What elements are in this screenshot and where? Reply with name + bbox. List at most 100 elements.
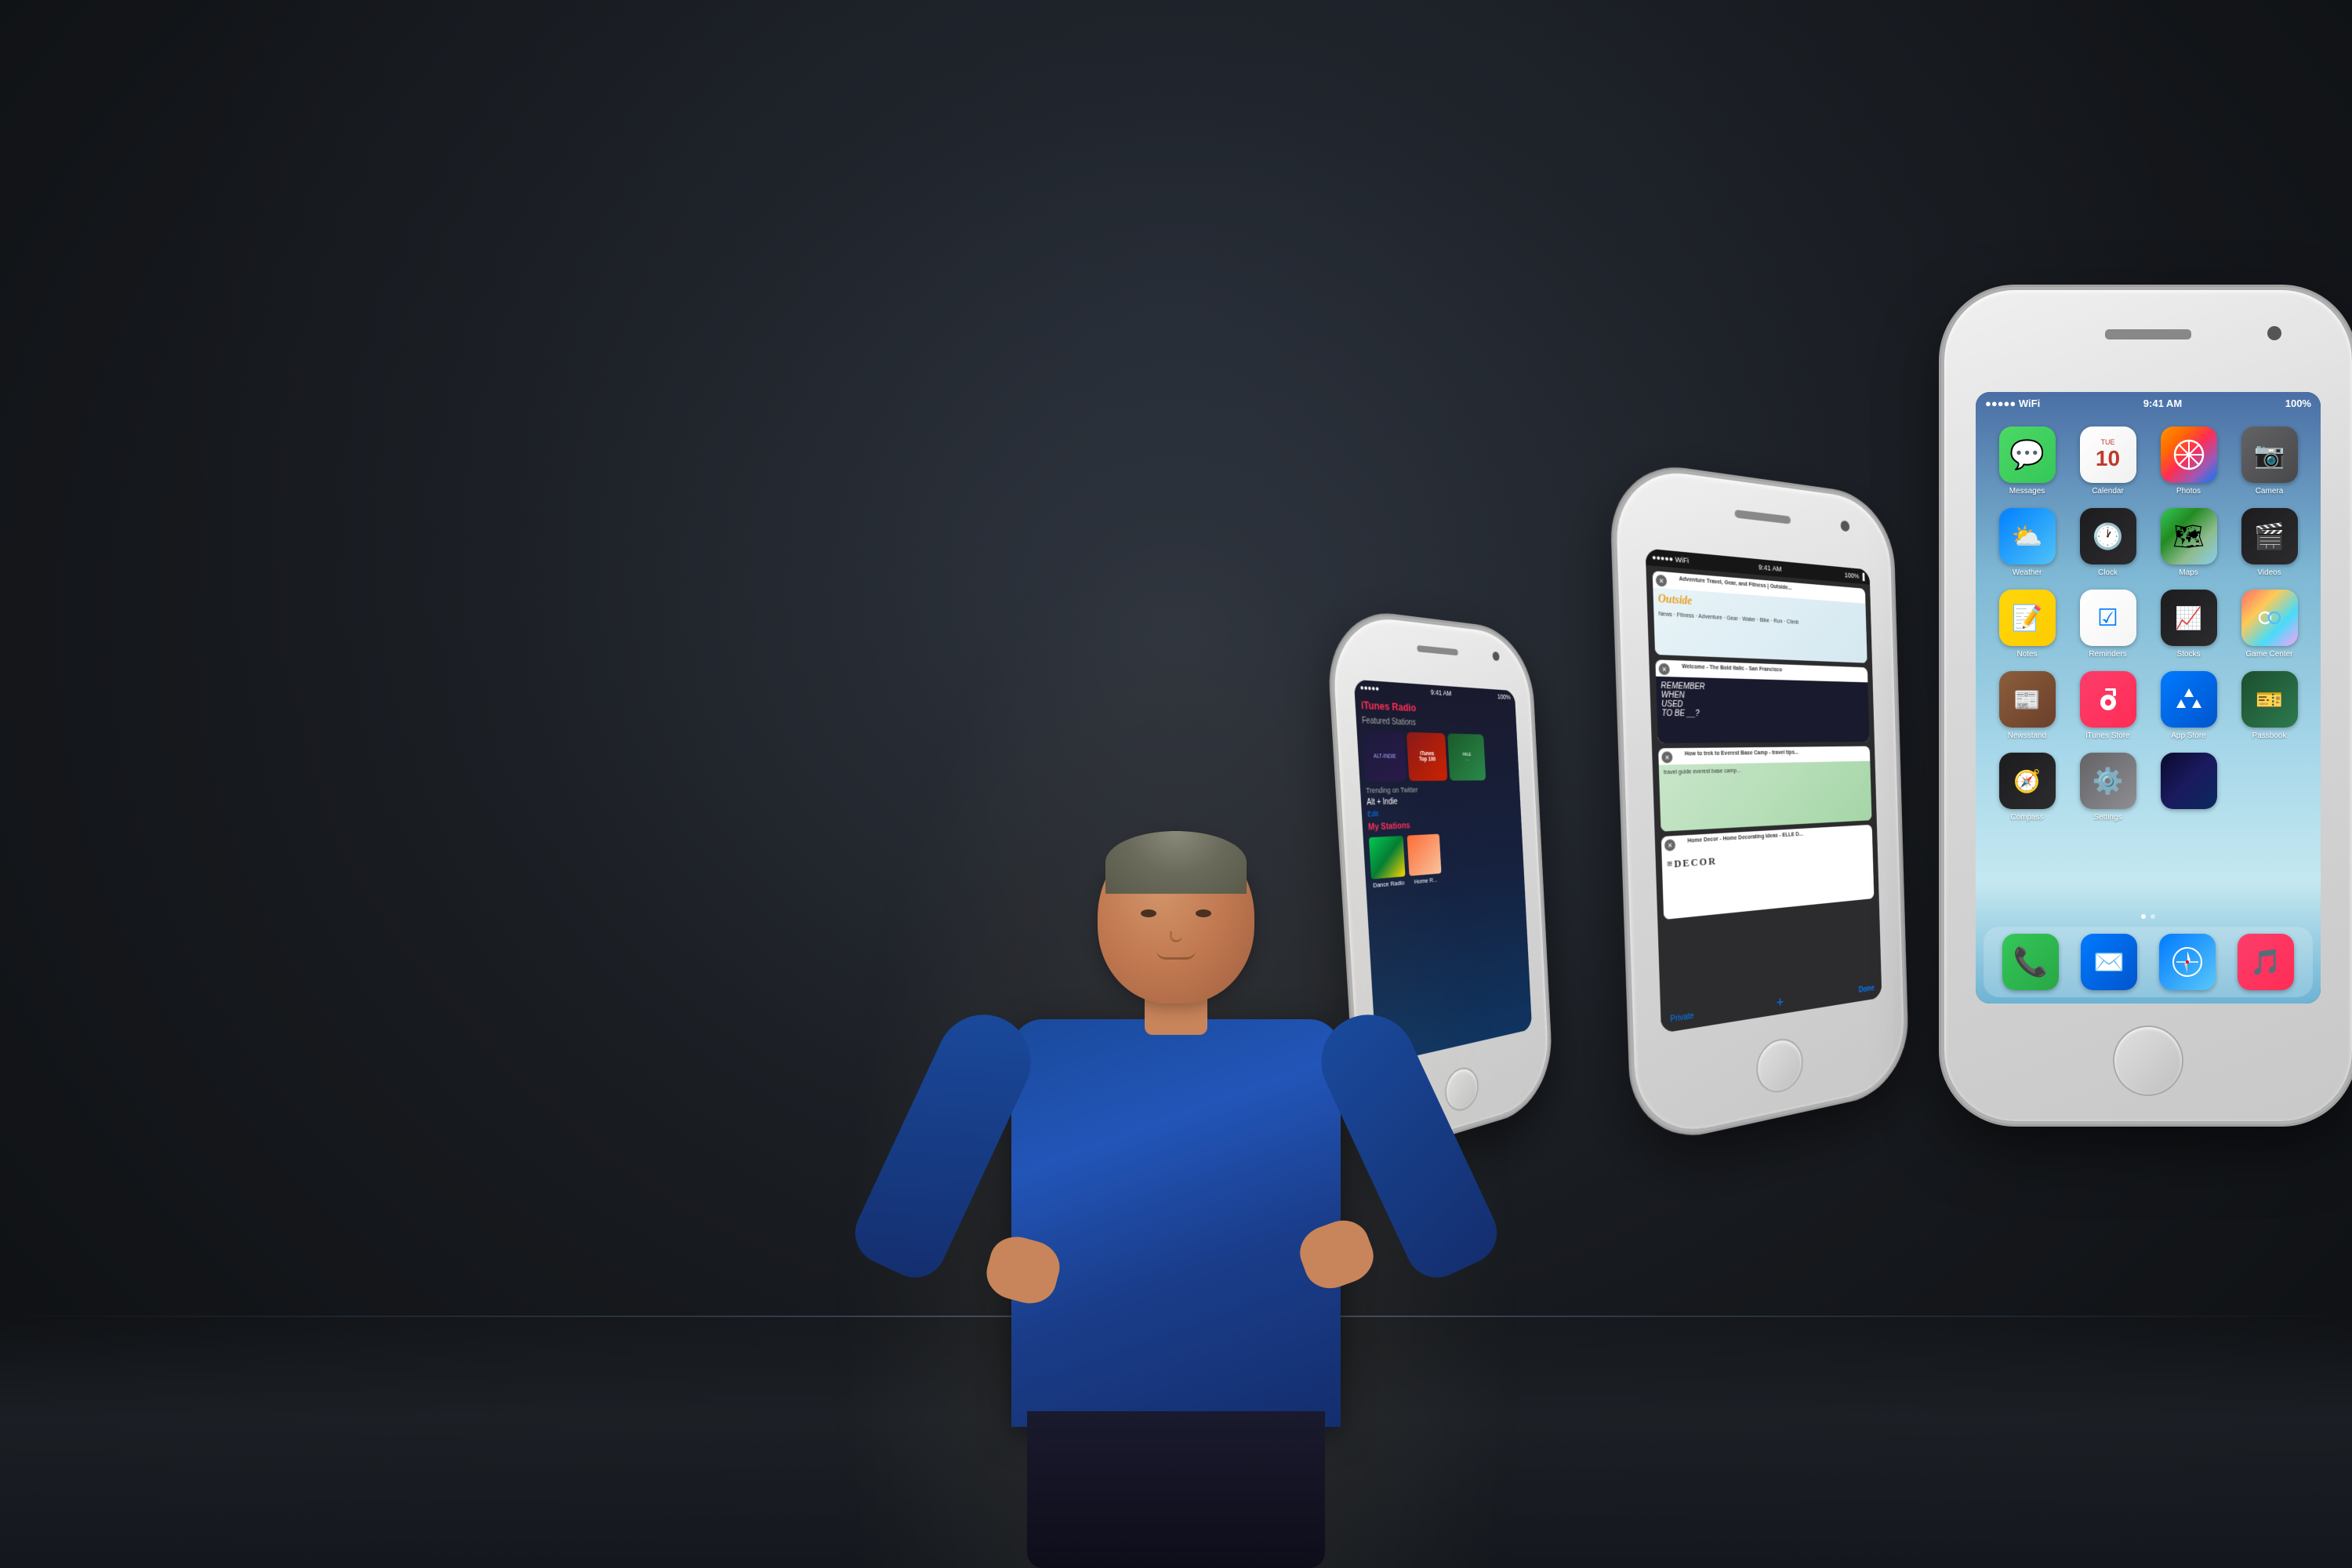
app-label-stocks: Stocks [2176, 650, 2200, 659]
dock-icon-phone: 📞 [2002, 934, 2059, 990]
ios-dock: 📞 ✉️ [1984, 927, 2313, 997]
app-icon-reminders: ☑ [2080, 590, 2136, 646]
safari-done[interactable]: Done [1859, 984, 1875, 994]
app-icon-settings: ⚙️ [2080, 753, 2136, 809]
safari-signal: ●●●●● WiFi [1652, 554, 1689, 565]
app-icon-compass: 🧭 [1999, 753, 2056, 809]
app-icon-passbook: 🎫 [2241, 671, 2298, 728]
app-label-photos: Photos [2176, 487, 2201, 495]
presenter-head [1098, 831, 1254, 1004]
presenter-legs [1027, 1411, 1325, 1568]
tab-preview-bold: REMEMBERWHENUSEDTO BE __? [1656, 677, 1870, 743]
dot-2 [2151, 914, 2155, 919]
dock-safari[interactable] [2159, 934, 2216, 990]
app-icon-messages: 💬 [1999, 426, 2056, 483]
app-icon-appstore [2161, 671, 2217, 728]
app-settings[interactable]: ⚙️ Settings [2067, 746, 2148, 828]
app-icon-camera: 📷 [2241, 426, 2298, 483]
safari-tab-outside[interactable]: ✕ Adventure Travel, Gear, and Fitness | … [1653, 571, 1867, 663]
gamecenter-icon-svg [2252, 601, 2287, 635]
tab-preview-everest: travel guide everest base camp... [1659, 761, 1872, 832]
app-label-videos: Videos [2257, 568, 2281, 577]
phone-center: ●●●●● WiFi 9:41 AM 100% 💬 Messages [1944, 290, 2352, 1121]
app-icon-newsstand: 📰 [1999, 671, 2056, 728]
app-passbook[interactable]: 🎫 Passbook [2229, 665, 2310, 746]
phone-home-center [2113, 1025, 2183, 1096]
app-clock[interactable]: 🕐 Clock [2067, 502, 2148, 583]
app-icon-clock: 🕐 [2080, 508, 2136, 564]
tab-close-elle[interactable]: ✕ [1664, 839, 1675, 851]
app-photos[interactable]: Photos [2148, 420, 2229, 502]
presenter-mouth [1156, 950, 1196, 960]
app-messages[interactable]: 💬 Messages [1987, 420, 2067, 502]
app-label-gamecenter: Game Center [2245, 650, 2292, 659]
dock-music[interactable]: 🎵 [2238, 934, 2294, 990]
phone-screen-left-near: ●●●●● WiFi 9:41 AM 100% ▐ ✕ Adventure Tr… [1646, 548, 1882, 1033]
tab-close-everest[interactable]: ✕ [1661, 751, 1672, 763]
app-icon-itunes [2080, 671, 2136, 728]
app-label-clock: Clock [2098, 568, 2118, 577]
ios-battery: 100% [2285, 397, 2311, 409]
phone-speaker-left-near [1735, 510, 1791, 524]
appstore-icon-svg [2172, 682, 2206, 717]
app-notes[interactable]: 📝 Notes [1987, 583, 2067, 665]
safari-battery: 100% ▐ [1845, 571, 1865, 580]
safari-tabs-screen: ●●●●● WiFi 9:41 AM 100% ▐ ✕ Adventure Tr… [1646, 548, 1882, 1033]
dock-icon-mail: ✉️ [2081, 934, 2137, 990]
photos-icon-svg [2172, 437, 2206, 472]
app-label-settings: Settings [2093, 813, 2122, 822]
safari-dock-svg [2170, 945, 2205, 979]
safari-tab-elle[interactable]: ✕ Home Decor - Home Decorating Ideas - E… [1661, 825, 1875, 920]
app-itunes[interactable]: iTunes Store [2067, 665, 2148, 746]
app-icon-videos: 🎬 [2241, 508, 2298, 564]
dock-phone[interactable]: 📞 [2002, 934, 2059, 990]
phone-home-left-near [1755, 1035, 1804, 1097]
app-icon-notes: 📝 [1999, 590, 2056, 646]
app-weather[interactable]: ⛅ Weather [1987, 502, 2067, 583]
app-maps[interactable]: 🗺 Maps [2148, 502, 2229, 583]
dock-icon-music: 🎵 [2238, 934, 2294, 990]
ios-app-grid: 💬 Messages TUE 10 Calendar [1976, 414, 2321, 834]
app-label-maps: Maps [2179, 568, 2198, 577]
ios-home-screen: ●●●●● WiFi 9:41 AM 100% 💬 Messages [1976, 392, 2321, 1004]
app-icon-empty [2241, 753, 2298, 809]
safari-plus[interactable]: + [1777, 993, 1784, 1011]
tab-preview-elle: ≡DECOR [1661, 840, 1874, 920]
app-label-calendar: Calendar [2092, 487, 2124, 495]
app-compass[interactable]: 🧭 Compass [1987, 746, 2067, 828]
safari-private[interactable]: Private [1670, 1011, 1694, 1024]
app-empty [2229, 746, 2310, 828]
app-icon-weather: ⛅ [1999, 508, 2056, 564]
app-label-reminders: Reminders [2089, 650, 2126, 659]
presenter-eye-right [1196, 909, 1211, 917]
app-calendar[interactable]: TUE 10 Calendar [2067, 420, 2148, 502]
safari-bottom-bar: Private + Done [1661, 975, 1882, 1033]
app-reminders[interactable]: ☑ Reminders [2067, 583, 2148, 665]
presenter-nose [1170, 931, 1182, 942]
app-icon-stocks: 📈 [2161, 590, 2217, 646]
tab-close-outside[interactable]: ✕ [1656, 575, 1667, 587]
phone-camera-left-near [1841, 521, 1850, 532]
app-newsstand[interactable]: 📰 Newsstand [1987, 665, 2067, 746]
app-stocks[interactable]: 📈 Stocks [2148, 583, 2229, 665]
dock-icon-safari [2159, 934, 2216, 990]
dock-mail[interactable]: ✉️ [2081, 934, 2137, 990]
app-videos[interactable]: 🎬 Videos [2229, 502, 2310, 583]
app-icon-photos [2161, 426, 2217, 483]
presenter-hair [1105, 831, 1247, 894]
safari-tab-everest[interactable]: ✕ How to trek to Everest Base Camp - tra… [1658, 746, 1871, 832]
tab-title-everest: How to trek to Everest Base Camp - trave… [1685, 750, 1867, 757]
app-label-notes: Notes [2016, 650, 2037, 659]
presenter-shirt [1011, 1019, 1341, 1427]
phone-camera-center [2267, 326, 2281, 340]
app-appstore[interactable]: App Store [2148, 665, 2229, 746]
safari-tab-bolditalic[interactable]: ✕ Welcome - The Bold Italic - San Franci… [1655, 659, 1869, 743]
app-gamecenter[interactable]: Game Center [2229, 583, 2310, 665]
tab-title-bolditalic: Welcome - The Bold Italic - San Francisc… [1682, 664, 1865, 676]
ios-statusbar: ●●●●● WiFi 9:41 AM 100% [1976, 392, 2321, 414]
app-icon-maps: 🗺 [2161, 508, 2217, 564]
tab-close-bolditalic[interactable]: ✕ [1659, 663, 1670, 675]
presenter-figure [862, 706, 1490, 1568]
app-camera[interactable]: 📷 Camera [2229, 420, 2310, 502]
app-label-passbook: Passbook [2252, 731, 2287, 740]
